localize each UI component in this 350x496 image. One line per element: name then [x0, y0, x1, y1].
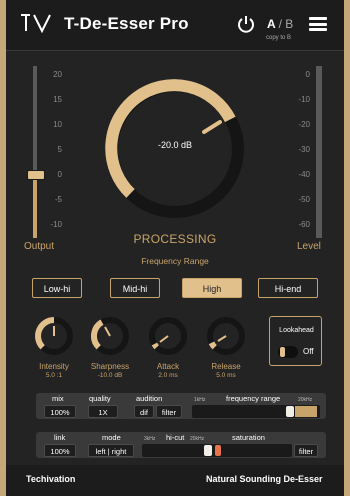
attack-knob[interactable]: [148, 316, 188, 356]
intensity-value: 5.0 :1: [45, 372, 63, 379]
output-fader-fill: [33, 173, 37, 238]
freq-button-hi-end[interactable]: Hi-end: [258, 278, 318, 298]
level-meter: [316, 66, 322, 238]
control-strip-2: link 100% mode left | right 3kHz hi-cut …: [36, 432, 326, 458]
freq-range-low: 1kHz: [194, 397, 206, 403]
intensity-label: Intensity: [39, 362, 69, 371]
hicut-handle[interactable]: [204, 445, 212, 456]
output-fader-handle[interactable]: [27, 170, 45, 180]
lookahead-panel: Lookahead Off: [269, 316, 322, 366]
link-label: link: [54, 433, 66, 442]
mode-label: mode: [102, 433, 121, 442]
quality-value[interactable]: 1X: [88, 405, 118, 418]
ab-a[interactable]: A: [267, 17, 275, 31]
mode-value[interactable]: left | right: [88, 444, 134, 457]
hicut-high: 20kHz: [190, 436, 205, 442]
control-strip-1: mix 100% quality 1X audition dif filter …: [36, 393, 326, 419]
tagline: Natural Sounding De-Esser: [206, 474, 323, 484]
ab-switch[interactable]: A / B: [267, 17, 293, 31]
menu-icon[interactable]: [309, 17, 327, 31]
audition-filter-button[interactable]: filter: [156, 405, 182, 418]
hicut-label: hi-cut: [166, 433, 185, 442]
freq-button-mid-hi[interactable]: Mid-hi: [110, 278, 160, 298]
hicut-saturation-slider[interactable]: [142, 444, 292, 457]
freq-button-low-hi[interactable]: Low-hi: [32, 278, 82, 298]
power-icon[interactable]: [236, 14, 256, 34]
audition-label: audition: [136, 394, 163, 403]
frequency-range-slider[interactable]: [192, 405, 320, 418]
release-value: 5.0 ms: [216, 372, 236, 379]
saturation-filter-button[interactable]: filter: [294, 444, 318, 457]
lookahead-state: Off: [303, 347, 314, 356]
dif-button[interactable]: dif: [134, 405, 154, 418]
attack-value: 2.0 ms: [158, 372, 178, 379]
freq-range-selection: [295, 406, 317, 417]
release-label: Release: [211, 362, 241, 371]
footer-bar: Techivation Natural Sounding De-Esser: [6, 465, 344, 496]
brand-name: Techivation: [26, 474, 76, 484]
mix-label: mix: [52, 394, 64, 403]
saturation-marker[interactable]: [215, 445, 221, 456]
frequency-range-label: Frequency Range: [141, 256, 209, 266]
processing-readout: -20.0 dB: [157, 140, 193, 150]
saturation-label: saturation: [232, 433, 265, 442]
plugin-title: T-De-Esser Pro: [64, 14, 189, 33]
intensity-knob[interactable]: [34, 316, 74, 356]
sharpness-value: -10.0 dB: [97, 372, 123, 379]
sharpness-label: Sharpness: [90, 362, 130, 371]
lookahead-label: Lookahead: [279, 327, 314, 334]
freq-range-handle-low[interactable]: [286, 406, 294, 417]
hicut-low: 3kHz: [144, 436, 156, 442]
attack-label: Attack: [156, 362, 180, 371]
freq-button-high[interactable]: High: [182, 278, 242, 298]
link-value[interactable]: 100%: [44, 444, 76, 457]
ab-b[interactable]: B: [285, 17, 293, 31]
header-bar: T-De-Esser Pro A / B copy to B: [6, 0, 344, 51]
freq-range-high: 20kHz: [298, 397, 313, 403]
plugin-window: T-De-Esser Pro A / B copy to B 20 15 10 …: [6, 0, 344, 496]
output-fader[interactable]: [26, 66, 46, 238]
mix-value[interactable]: 100%: [44, 405, 76, 418]
release-knob[interactable]: [206, 316, 246, 356]
copy-to-b-button[interactable]: copy to B: [266, 35, 291, 41]
processing-label: PROCESSING: [133, 232, 217, 246]
lookahead-toggle[interactable]: [278, 346, 298, 358]
quality-label: quality: [89, 394, 111, 403]
sharpness-knob[interactable]: [90, 316, 130, 356]
techivation-logo-icon: [21, 14, 51, 34]
frequency-range-label: frequency range: [226, 394, 281, 403]
